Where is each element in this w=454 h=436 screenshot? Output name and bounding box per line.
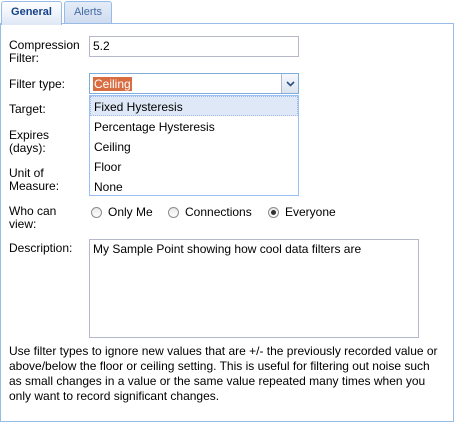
- filter-type-label: Filter type:: [9, 77, 66, 91]
- radio-connections[interactable]: Connections: [168, 205, 252, 219]
- unit-of-measure-label: Unit of Measure:: [9, 166, 60, 193]
- radio-everyone[interactable]: Everyone: [268, 205, 336, 219]
- compression-filter-label: Compression Filter:: [9, 38, 80, 65]
- chevron-down-icon: [285, 80, 295, 87]
- expires-label: Expires (days):: [9, 128, 50, 155]
- who-can-view-label: Who can view:: [9, 204, 57, 231]
- dropdown-option-ceiling[interactable]: Ceiling: [90, 136, 298, 156]
- filter-type-dropdown: Fixed Hysteresis Percentage Hysteresis C…: [89, 95, 299, 196]
- filter-type-value: Ceiling: [93, 77, 132, 91]
- filter-type-combo[interactable]: Ceiling: [89, 73, 299, 94]
- radio-button[interactable]: [168, 206, 179, 218]
- panel-footer: [0, 421, 454, 436]
- radio-only-me-label: Only Me: [108, 205, 153, 219]
- description-label: Description:: [9, 241, 73, 255]
- radio-button[interactable]: [91, 206, 102, 218]
- dropdown-option-percentage-hysteresis[interactable]: Percentage Hysteresis: [90, 116, 298, 136]
- dropdown-option-none[interactable]: None: [90, 176, 298, 196]
- dropdown-option-floor[interactable]: Floor: [90, 156, 298, 176]
- radio-button-selected[interactable]: [268, 206, 279, 218]
- description-textarea[interactable]: My Sample Point showing how cool data fi…: [89, 239, 419, 338]
- radio-connections-label: Connections: [185, 205, 252, 219]
- radio-everyone-label: Everyone: [285, 205, 336, 219]
- tab-general[interactable]: General: [1, 1, 62, 25]
- tab-alerts[interactable]: Alerts: [64, 1, 112, 24]
- compression-filter-input[interactable]: 5.2: [89, 36, 299, 57]
- filter-help-text: Use filter types to ignore new values th…: [9, 344, 438, 403]
- tab-strip: General Alerts: [0, 0, 454, 25]
- target-label: Target:: [9, 102, 46, 116]
- dropdown-option-fixed-hysteresis[interactable]: Fixed Hysteresis: [90, 96, 298, 116]
- combo-trigger-button[interactable]: [281, 74, 298, 93]
- radio-only-me[interactable]: Only Me: [91, 205, 153, 219]
